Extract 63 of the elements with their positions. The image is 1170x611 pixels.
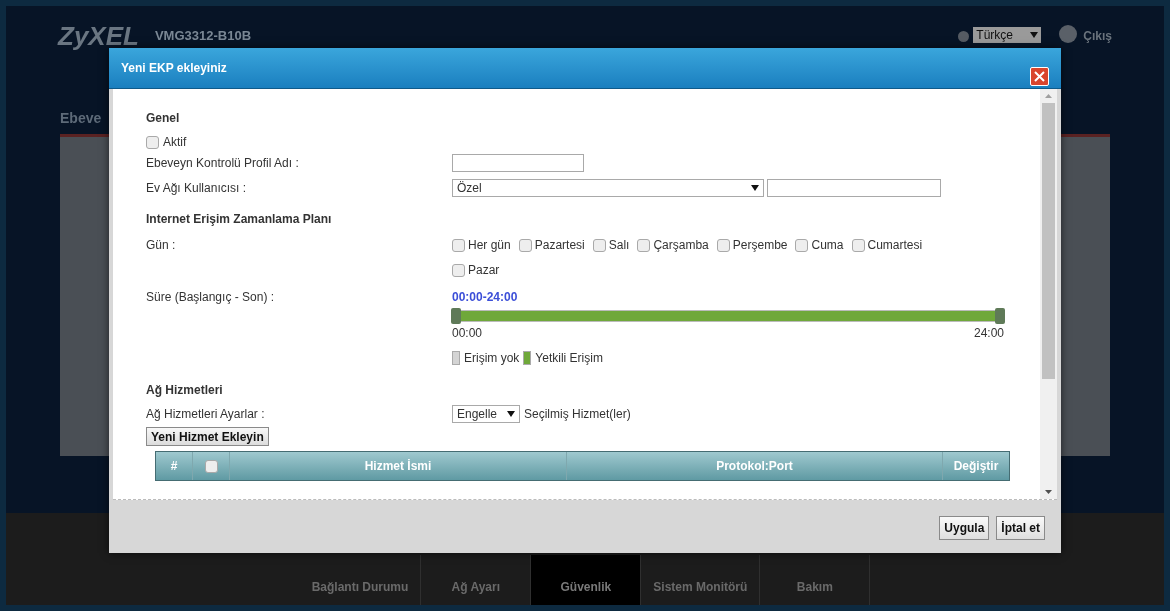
- checkbox[interactable]: [637, 238, 651, 252]
- mode-select[interactable]: Engelle: [452, 405, 520, 423]
- checkbox[interactable]: [518, 238, 532, 252]
- field-label: Ağ Hizmetleri Ayarlar :: [146, 406, 266, 423]
- checkbox[interactable]: [204, 459, 218, 473]
- time-range: 00:00-24:00: [452, 289, 519, 306]
- checkbox-label: Salı: [608, 237, 630, 254]
- dropdown-icon: [751, 185, 759, 191]
- user-field[interactable]: [767, 179, 941, 197]
- user-select[interactable]: Özel: [452, 179, 764, 197]
- checkbox[interactable]: [146, 135, 159, 149]
- checkbox-label: Cuma: [811, 237, 844, 254]
- checkbox-label: Cumartesi: [867, 237, 923, 254]
- checkbox-label: Çarşamba: [653, 237, 709, 254]
- section-heading: Internet Erişim Zamanlama Planı: [146, 211, 333, 228]
- scroll-up-icon[interactable]: [1045, 94, 1052, 98]
- section-heading: Genel: [146, 110, 181, 127]
- field-label: Gün :: [146, 237, 177, 254]
- dialog-button[interactable]: Uygula: [939, 516, 990, 540]
- model-name: VMG3312-B10B: [154, 27, 252, 45]
- checkbox-label: Pazar: [468, 262, 500, 279]
- checkbox-label: Her gün: [468, 237, 511, 254]
- dropdown-icon: [507, 411, 515, 417]
- profile-name-field[interactable]: [452, 154, 584, 172]
- field-label: Ebeveyn Kontrolü Profil Adı :: [146, 155, 300, 172]
- scrollbar[interactable]: [1040, 89, 1057, 499]
- legend-label: Yetkili Erişim: [535, 350, 603, 367]
- page-title: Ebeve: [60, 110, 102, 126]
- dialog-title: Yeni EKP ekleyiniz: [121, 60, 227, 77]
- start-time: 00:00: [452, 325, 483, 342]
- column-header: Hizmet İsmi: [230, 452, 567, 480]
- column-header: Protokol:Port: [567, 452, 943, 480]
- slider-handle[interactable]: [995, 308, 1005, 324]
- column-header: #: [156, 452, 193, 480]
- add-service-button[interactable]: Yeni Hizmet Ekleyin: [146, 427, 269, 446]
- slider-handle[interactable]: [451, 308, 461, 324]
- checkbox[interactable]: [851, 238, 865, 252]
- logout-link[interactable]: Çıkış: [1083, 27, 1112, 45]
- legend-label: Erişim yok: [464, 350, 520, 367]
- checkbox-label: Pazartesi: [534, 237, 585, 254]
- end-time: 24:00: [973, 325, 1004, 342]
- mode-suffix: Seçilmiş Hizmet(ler): [524, 406, 631, 423]
- dialog-button[interactable]: İptal et: [996, 516, 1045, 540]
- checkbox[interactable]: [592, 238, 606, 252]
- dropdown-icon: [1030, 32, 1039, 38]
- globe-icon: [958, 31, 970, 42]
- field-label: Süre (Başlangıç - Son) :: [146, 289, 276, 306]
- checkbox[interactable]: [716, 238, 730, 252]
- scroll-down-icon[interactable]: [1045, 490, 1052, 494]
- nav-tab[interactable]: Güvenlik: [531, 555, 642, 605]
- checkbox[interactable]: [795, 238, 809, 252]
- checkbox-label: Perşembe: [732, 237, 788, 254]
- section-heading: Ağ Hizmetleri: [146, 382, 224, 399]
- checkbox[interactable]: [452, 263, 465, 277]
- logout-icon[interactable]: [1059, 25, 1078, 43]
- checkbox-label: Aktif: [163, 134, 187, 151]
- column-header: Değiştir: [952, 458, 1000, 475]
- field-label: Ev Ağı Kullanıcısı :: [146, 180, 248, 197]
- language-select[interactable]: Türkçe: [973, 27, 1042, 43]
- logo: ZyXEL: [58, 22, 139, 50]
- checkbox[interactable]: [452, 238, 465, 252]
- close-button[interactable]: [1030, 66, 1049, 86]
- close-icon: [1034, 70, 1045, 82]
